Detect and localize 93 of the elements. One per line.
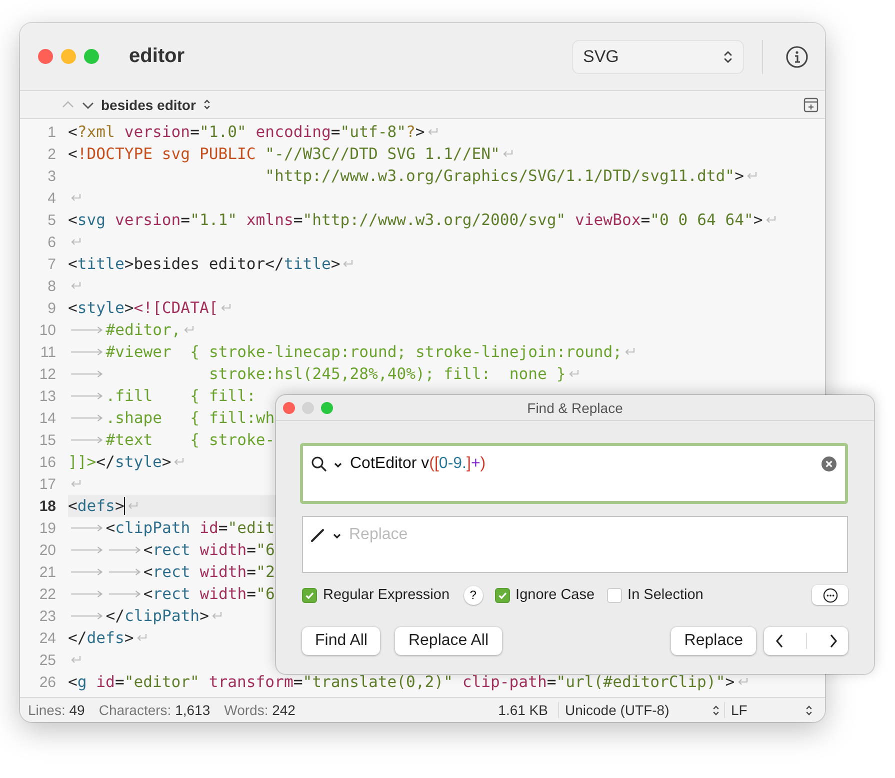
replace-input[interactable]: Replace [349,526,839,544]
code-text: .fill { fill: [106,387,256,405]
line-number: 21 [38,564,56,580]
line-number: 10 [38,322,56,338]
up-down-chevron-icon [805,704,813,716]
line-number: 15 [38,432,56,448]
line-number: 2 [46,146,56,162]
code-text: </defs> [68,629,134,647]
code-text: <rect width="2 [143,563,275,581]
line-number: 13 [38,388,56,404]
line-number: 23 [38,608,56,624]
ellipsis-icon [822,588,838,602]
code-text: #text { stroke- [106,431,275,449]
outline-menu[interactable]: besides editor [101,96,211,112]
code-text: #viewer { stroke-linecap:round; stroke-linejoin:round; [106,343,622,361]
line-number: 6 [46,234,56,250]
chevron-left-icon[interactable] [774,633,784,649]
line-number: 26 [38,674,56,690]
line-number: 11 [39,344,56,360]
option-label: In Selection [628,587,704,603]
find-text: CotEditor v([0-9.]+) [350,455,486,473]
line-number: 17 [38,476,56,492]
line-number: 12 [38,366,56,382]
line-number: 20 [38,542,56,558]
line-number: 9 [46,300,56,316]
checkmark-icon [496,590,508,600]
code-text: #editor, [106,321,181,339]
code-text: <svg version="1.1" xmlns="http://www.w3.org/2000/svg" viewBox="0 0 64 64"> [68,211,763,229]
up-down-chevron-icon [202,98,211,111]
line-number: 14 [38,410,56,426]
line-number: 22 [38,586,56,602]
pencil-icon [310,527,326,543]
info-icon[interactable] [785,44,809,68]
checkbox[interactable] [494,588,510,602]
line-number: 7 [46,256,56,272]
chevron-down-icon[interactable] [81,100,95,110]
file-size: 1.61 KB [498,702,559,718]
more-options-button[interactable] [812,585,848,605]
code-text: <rect width="6 [143,541,275,559]
code-text: ]]></style> [68,453,172,471]
chevron-right-icon[interactable] [828,633,838,649]
code-text: <g id="editor" transform="translate(0,2)" clip-path="url(#editorClip)"> [68,673,735,691]
code-text: <style><![CDATA[ [68,299,218,317]
status-count: Lines: 49 [28,702,85,718]
chevron-up-icon[interactable] [61,100,75,110]
up-down-chevron-icon [712,704,720,716]
code-text: "http://www.w3.org/Graphics/SVG/1.1/DTD/svg11.dtd"> [264,167,744,185]
line-number: 5 [46,212,56,228]
replace-field[interactable]: Replace [302,516,848,573]
option-label: Regular Expression [323,587,450,603]
panel-button[interactable]: Find All [302,627,380,655]
syntax-popup[interactable]: SVG [572,40,744,74]
help-button[interactable]: ? [464,586,483,604]
line-number: 4 [46,190,56,206]
clear-icon[interactable] [821,456,837,472]
search-icon [311,456,327,472]
text-cursor [124,497,126,515]
window-title: editor [129,45,185,68]
chevron-down-icon[interactable] [333,461,343,469]
zoom-button[interactable] [84,49,99,64]
code-text: <title>besides editor</title> [68,255,340,273]
code-text: <!DOCTYPE svg PUBLIC "-//W3C//DTD SVG 1.1//EN" [68,145,500,163]
close-button[interactable] [283,402,295,414]
checkbox[interactable] [302,588,317,602]
option-label: Ignore Case [516,587,595,603]
line-number: 8 [46,278,56,294]
split-editor-icon[interactable] [803,96,819,112]
code-text: <defs> [68,497,124,515]
line-ending-popup[interactable]: LF [725,702,817,718]
line-number: 24 [38,630,56,646]
code-text: </clipPath> [106,607,209,625]
find-field[interactable]: CotEditor v([0-9.]+) [300,443,848,504]
code-text: stroke:hsl(245,28%,40%); fill: none } [208,365,566,383]
status-count: Characters: 1,613 [98,702,210,718]
panel-button[interactable]: Replace All [395,627,502,655]
panel-button[interactable]: Replace [671,627,756,655]
chevron-down-icon[interactable] [332,532,342,540]
close-button[interactable] [38,49,53,64]
encoding-popup[interactable]: Unicode (UTF-8) [559,702,725,718]
code-text: <rect width="6 [143,585,275,603]
checkmark-icon [304,590,315,600]
line-number: 19 [38,520,56,536]
code-text: <clipPath id="edit [106,519,275,537]
checkbox[interactable] [606,588,622,602]
status-count: Words: 242 [224,702,296,718]
line-number: 16 [38,454,56,470]
line-number: 25 [38,652,56,668]
code-text: <?xml version="1.0" encoding="utf-8"?> [68,123,425,141]
zoom-button[interactable] [321,402,333,414]
panel-title: Find & Replace [527,400,623,416]
line-number: 3 [46,168,56,184]
code-text: .shape { fill:wh [106,409,275,427]
line-number: 1 [46,124,56,140]
